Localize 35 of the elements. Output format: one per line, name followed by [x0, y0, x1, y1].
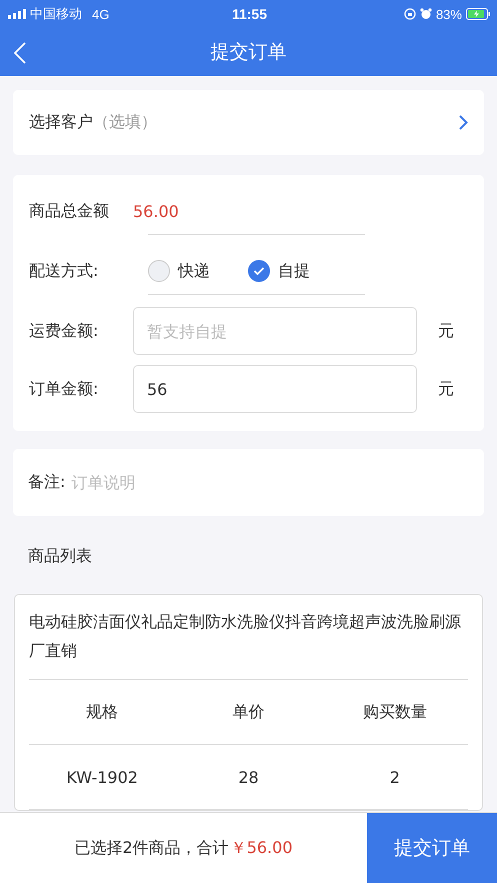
- product-name: 电动硅胶洁面仪礼品定制防水洗脸仪抖音跨境超声波洗脸刷源厂直销: [29, 607, 468, 680]
- total-label: 商品总金额: [29, 200, 110, 222]
- page-title: 提交订单: [210, 40, 286, 65]
- table-cell-text: KW-1902: [65, 768, 139, 786]
- shipping-field[interactable]: 暂支持自提: [133, 307, 417, 355]
- table-cell-text: 28: [237, 768, 260, 786]
- optional-hint: （选填）: [93, 112, 157, 133]
- unit-text: 元: [438, 320, 454, 342]
- unit-text: 元: [438, 378, 454, 400]
- back-button[interactable]: [14, 41, 28, 65]
- submit-button[interactable]: 提交订单: [367, 813, 497, 883]
- total-price: ￥56.00: [230, 838, 292, 858]
- network-text: 4G: [92, 6, 110, 22]
- customer-label: 选择客户: [29, 112, 93, 133]
- carrier-text: 中国移动: [30, 5, 82, 23]
- section-title: 商品列表: [27, 545, 93, 567]
- delivery-label: 配送方式:: [29, 260, 100, 282]
- battery-icon: [466, 8, 491, 20]
- chevron-right-icon: [459, 115, 468, 130]
- customer-selector[interactable]: 选择客户（选填）: [13, 90, 484, 155]
- selection-summary: 已选择2件商品，合计: [74, 838, 229, 858]
- signal-icon: [8, 9, 26, 19]
- table-cell-text: 2: [388, 768, 401, 786]
- column-header: 单价: [231, 702, 266, 722]
- remark-label: 备注:: [28, 472, 66, 493]
- column-header: 购买数量: [362, 702, 428, 722]
- delivery-option[interactable]: 快递: [148, 260, 210, 282]
- column-header: 规格: [85, 702, 120, 722]
- order-amount-field[interactable]: 56: [133, 365, 417, 413]
- delivery-option[interactable]: 自提: [248, 260, 310, 282]
- order-amount-label: 订单金额:: [29, 378, 100, 400]
- total-value: 56.00: [133, 202, 179, 220]
- clock-text: 11:55: [232, 6, 268, 22]
- shipping-label: 运费金额:: [29, 320, 100, 342]
- battery-percent: 83%: [436, 6, 462, 22]
